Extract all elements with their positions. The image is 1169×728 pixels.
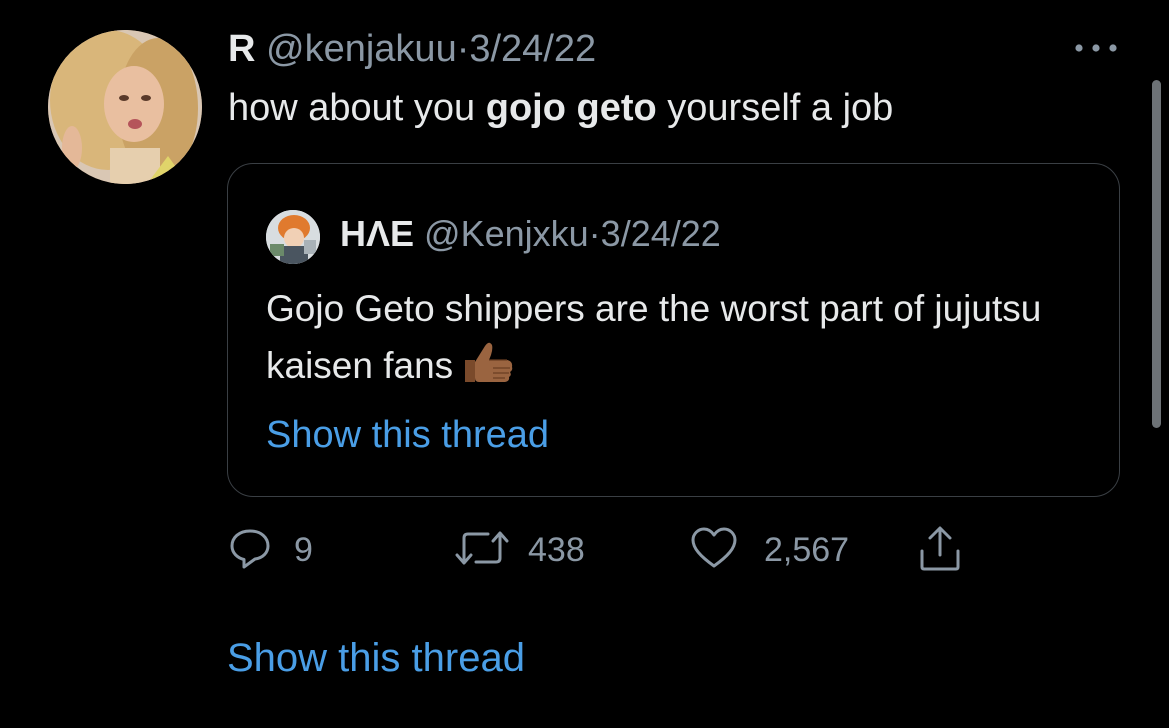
like-button[interactable]: 2,567 bbox=[690, 524, 849, 576]
quote-text: Gojo Geto shippers are the worst part of… bbox=[266, 288, 1042, 386]
avatar-image bbox=[48, 30, 202, 184]
scrollbar[interactable] bbox=[1152, 80, 1161, 428]
share-button[interactable] bbox=[916, 524, 964, 576]
tweet-text-before: how about you bbox=[228, 87, 486, 129]
retweet-icon bbox=[454, 526, 510, 575]
more-horizontal-icon[interactable] bbox=[1073, 38, 1119, 58]
reply-count: 9 bbox=[294, 530, 313, 569]
quote-text-container: Gojo Geto shippers are the worst part of… bbox=[266, 280, 1106, 400]
like-count: 2,567 bbox=[764, 530, 850, 569]
tweet-header: R @kenjakuu·3/24/22 bbox=[228, 26, 596, 72]
tweet-date[interactable]: 3/24/22 bbox=[469, 28, 596, 70]
heart-icon bbox=[690, 526, 738, 575]
reply-icon bbox=[228, 526, 272, 575]
quote-separator: · bbox=[588, 213, 601, 254]
quote-header: HΛE @Kenjxku·3/24/22 bbox=[340, 212, 721, 256]
quote-author-handle[interactable]: @Kenjxku bbox=[424, 213, 589, 254]
author-handle[interactable]: @kenjakuu bbox=[266, 28, 457, 70]
show-thread-link[interactable]: Show this thread bbox=[227, 633, 525, 683]
retweet-count: 438 bbox=[528, 530, 585, 569]
quote-author-name[interactable]: HΛE bbox=[340, 213, 414, 254]
tweet-text-bold: gojo geto bbox=[485, 87, 657, 129]
tweet-text-after: yourself a job bbox=[656, 87, 894, 129]
header-separator: · bbox=[456, 28, 470, 70]
quote-author-avatar[interactable] bbox=[266, 210, 320, 264]
share-icon bbox=[916, 523, 964, 578]
author-name[interactable]: R bbox=[228, 28, 255, 70]
reply-button[interactable]: 9 bbox=[228, 524, 313, 576]
thumbs-up-emoji-icon bbox=[459, 340, 515, 400]
quote-show-thread-link[interactable]: Show this thread bbox=[266, 412, 549, 458]
quote-avatar-image bbox=[266, 210, 320, 264]
quoted-tweet-card[interactable]: HΛE @Kenjxku·3/24/22 Gojo Geto shippers … bbox=[227, 163, 1120, 497]
quote-date[interactable]: 3/24/22 bbox=[601, 213, 721, 254]
tweet-text: how about you gojo geto yourself a job bbox=[228, 84, 893, 132]
author-avatar[interactable] bbox=[48, 30, 202, 184]
retweet-button[interactable]: 438 bbox=[454, 524, 585, 576]
